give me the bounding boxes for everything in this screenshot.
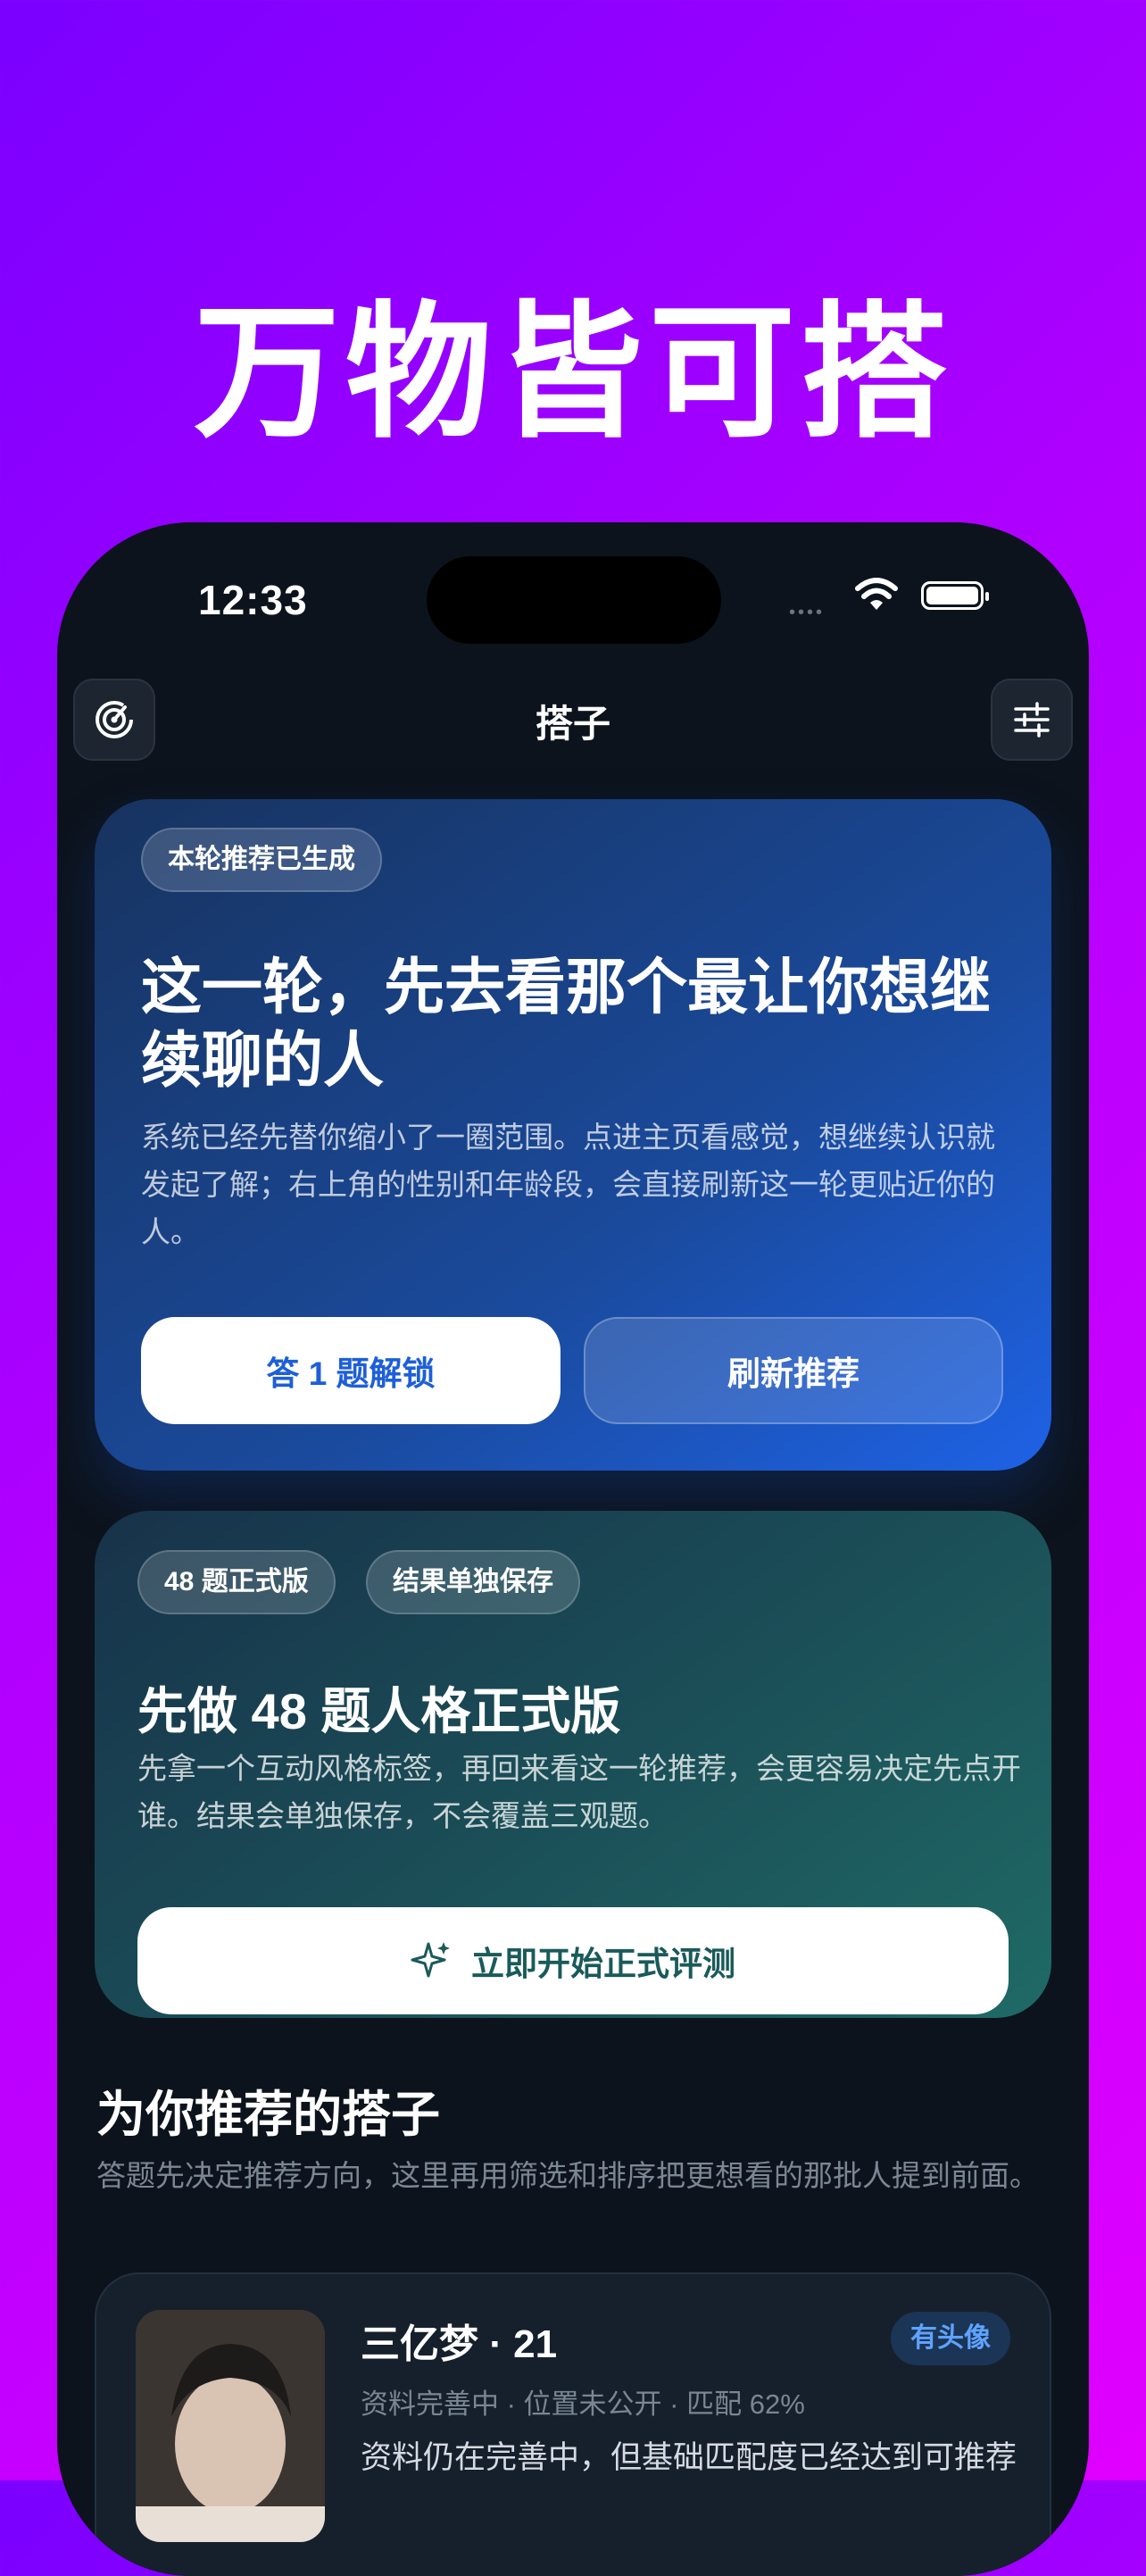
avatar-image: [136, 2310, 325, 2542]
card-title: 先做 48 题人格正式版: [137, 1683, 621, 1739]
promo-headline: 万物皆可搭: [193, 288, 952, 458]
personality-test-card: 48 题正式版 结果单独保存 先做 48 题人格正式版 先拿一个互动风格标签，再…: [95, 1511, 1051, 2018]
status-time: 12:33: [198, 577, 308, 623]
recommendation-card: 本轮推荐已生成 这一轮，先去看那个最让你想继续聊的人 系统已经先替你缩小了一圈范…: [95, 799, 1051, 1471]
chip-save-separately: 结果单独保存: [366, 1550, 580, 1614]
profile-name: 三亿梦 · 21: [361, 2322, 558, 2366]
phone-frame: 12:33 •••• 搭子 本轮推荐已生成 这一轮，先去看那个最让你想继续聊的人…: [57, 522, 1089, 2576]
cellular-signal-icon: ••••: [789, 603, 826, 622]
profile-description: 资料仍在完善中，但基础匹配度已经达到可推荐: [361, 2440, 1017, 2475]
status-badge: 本轮推荐已生成: [141, 828, 382, 892]
status-badge: 有头像: [891, 2312, 1010, 2365]
page-title: 搭子: [535, 703, 610, 745]
avatar: [136, 2310, 325, 2542]
start-test-label: 立即开始正式评测: [471, 1946, 735, 1982]
profile-meta: 资料完善中 · 位置未公开 · 匹配 62%: [361, 2388, 805, 2420]
section-title: 为你推荐的搭子: [96, 2087, 441, 2142]
wifi-icon: [855, 578, 898, 610]
start-test-button[interactable]: 立即开始正式评测: [137, 1907, 1009, 2014]
section-description: 答题先决定推荐方向，这里再用筛选和排序把更想看的那批人提到前面。: [96, 2159, 1039, 2192]
refresh-button[interactable]: 刷新推荐: [584, 1317, 1003, 1424]
card-title: 这一轮，先去看那个最让你想继续聊的人: [141, 954, 992, 1095]
unlock-button[interactable]: 答 1 题解锁: [141, 1317, 561, 1424]
card-description: 系统已经先替你缩小了一圈范围。点进主页看感觉，想继续认识就发起了解；右上角的性别…: [141, 1121, 995, 1248]
sparkle-icon: [411, 1942, 450, 1978]
sliders-icon: [1014, 702, 1050, 738]
card-description: 先拿一个互动风格标签，再回来看这一轮推荐，会更容易决定先点开谁。结果会单独保存，…: [137, 1752, 1021, 1832]
profile-card[interactable]: 三亿梦 · 21 有头像 资料完善中 · 位置未公开 · 匹配 62% 资料仍在…: [95, 2272, 1051, 2576]
dynamic-island: [427, 556, 721, 644]
chip-question-count: 48 题正式版: [137, 1550, 336, 1614]
battery-icon: [921, 581, 989, 610]
status-bar: 12:33 ••••: [57, 522, 1089, 644]
filter-button[interactable]: [991, 679, 1073, 761]
